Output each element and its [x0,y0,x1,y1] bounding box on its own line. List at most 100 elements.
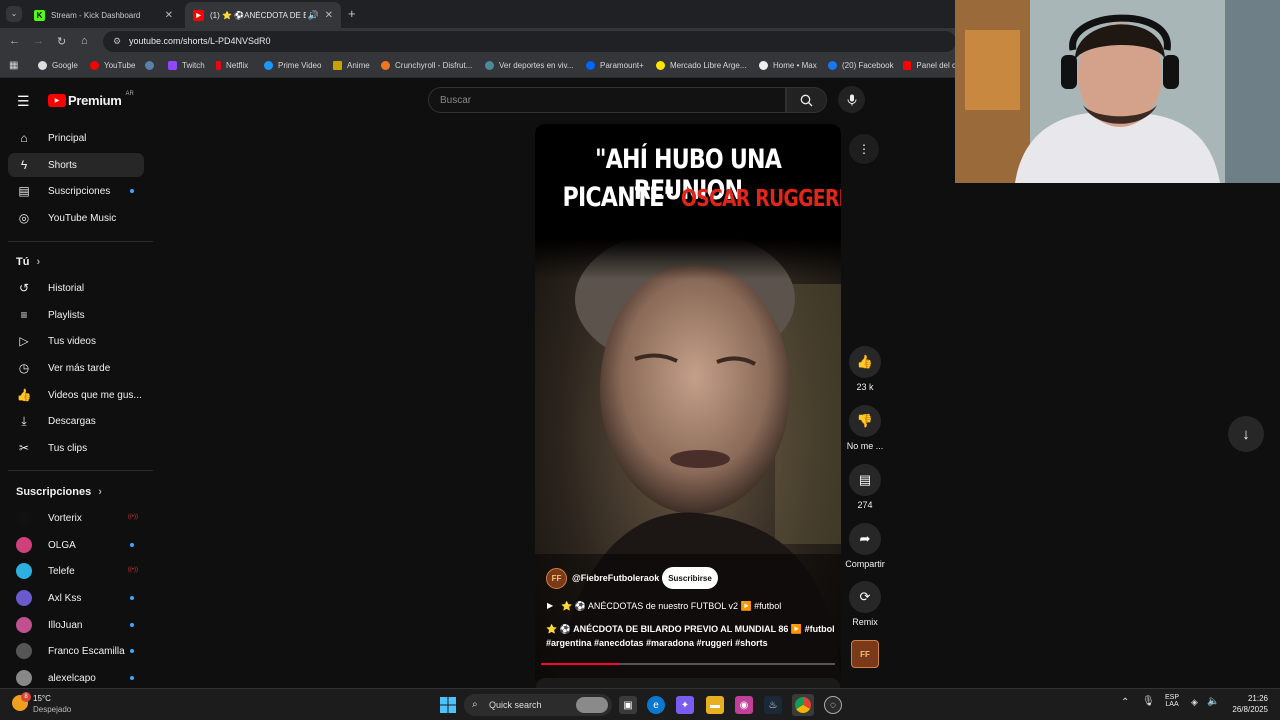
steam-icon[interactable]: ♨ [764,696,782,714]
subscription-item[interactable]: Vorterix ((•)) [8,506,144,530]
bookmark-google[interactable]: Google [38,61,78,70]
subscribe-button[interactable]: Suscribirse [662,567,718,589]
bookmark-steam[interactable] [145,61,159,70]
subscriptions-section-heading[interactable]: Suscripciones › [16,486,102,498]
bookmark-label: Ver deportes en viv... [499,61,574,70]
sidebar-item[interactable]: ≡ Playlists [8,303,144,327]
show-hidden-icons[interactable]: ⌃ [1121,697,1129,708]
sound-avatar[interactable]: FF [851,640,879,668]
sidebar-item[interactable]: ✂ Tus clips [8,436,144,460]
site-info-icon[interactable]: ⚙ [113,31,121,52]
like-button[interactable]: 👍 [849,346,881,378]
subscription-label: Axl Kss [48,592,82,604]
you-section-heading[interactable]: Tú › [16,256,40,268]
task-view-icon[interactable]: ▣ [619,696,637,714]
menu-icon[interactable]: ☰ [17,93,30,110]
sidebar-item-label: Tus videos [48,335,96,347]
sidebar-item[interactable]: ϟ Shorts [8,153,144,177]
dislike-button[interactable]: 👎 [849,405,881,437]
channel-name[interactable]: @FiebreFutboleraok [572,573,659,583]
tab-youtube-short[interactable]: ▶ (1) ⭐ ⚽ANÉCDOTA DE BIL 🔊 ✕ [185,2,341,28]
youtube-logo[interactable]: ▶ Premium AR [48,91,134,108]
short-description-line2[interactable]: #argentina #anecdotas #maradona #ruggeri… [546,638,836,648]
sidebar-item[interactable]: ↺ Historial [8,276,144,300]
sidebar-item[interactable]: ◷ Ver más tarde [8,356,144,380]
tab-kick-dashboard[interactable]: K Stream - Kick Dashboard ✕ [26,2,181,28]
clock[interactable]: 21:26 26/8/2025 [1228,694,1268,714]
channel-avatar [16,510,32,526]
language-indicator[interactable]: ESP LAA [1165,694,1179,708]
sidebar-item[interactable]: ◎ YouTube Music [8,206,144,230]
short-description-line1[interactable]: ⭐ ⚽ ANÉCDOTA DE BILARDO PREVIO AL MUNDIA… [546,624,836,635]
bookmark-panel[interactable]: Panel del c [903,61,956,70]
reload-icon[interactable]: ↻ [57,35,66,48]
start-button[interactable] [439,696,457,714]
sidebar-item[interactable]: ⤓ Descargas [8,409,144,433]
bookmark-paramount[interactable]: Paramount+ [586,61,644,70]
copilot-icon[interactable]: ✦ [676,696,694,714]
share-icon: ➦ [859,531,871,546]
search-button[interactable] [786,87,827,113]
bookmark-mercado-libre[interactable]: Mercado Libre Arge... [656,61,746,70]
new-tab-button[interactable]: + [348,6,356,21]
forward-icon[interactable]: → [33,35,44,47]
bookmark-youtube[interactable]: YouTube [90,61,135,70]
tab-search-icon[interactable]: ⌄ [6,6,22,22]
subscription-item[interactable]: Franco Escamilla [8,639,144,663]
weather-temp[interactable]: 15°C [33,694,51,703]
subscription-item[interactable]: alexelcapo [8,666,144,690]
sidebar-item-label: YouTube Music [48,212,117,224]
progress-track[interactable] [541,663,835,665]
paramount-icon [586,61,595,70]
more-options-icon[interactable]: ⋮ [849,134,879,164]
sidebar-item[interactable]: ⌂ Principal [8,126,144,150]
file-explorer-icon[interactable]: ▬ [706,696,724,714]
bookmark-crunchyroll[interactable]: Crunchyroll - Disfrut... [381,61,472,70]
bookmark-twitch[interactable]: Twitch [168,61,205,70]
subscription-item[interactable]: IlloJuan [8,613,144,637]
back-icon[interactable]: ← [9,35,20,47]
playlist-link[interactable]: ⭐ ⚽ ANÉCDOTAS de nuestro FUTBOL v2 ▶️ #f… [561,601,781,612]
close-tab-icon[interactable]: ✕ [325,10,333,21]
remix-button[interactable]: ⟳ [849,581,881,613]
apps-grid-icon[interactable]: ▦ [9,60,18,71]
photos-icon[interactable]: ◉ [735,696,753,714]
subscription-item[interactable]: OLGA [8,533,144,557]
home-icon[interactable]: ⌂ [81,35,88,47]
bookmark-netflix[interactable]: Netflix [216,61,248,70]
address-bar: ← → ↻ ⌂ ⚙ youtube.com/shorts/L-PD4NVSdR0 [0,28,956,55]
channel-avatar [16,617,32,633]
bookmark-anime[interactable]: Anime [333,61,370,70]
subscription-item[interactable]: Axl Kss [8,586,144,610]
chrome-icon[interactable] [792,694,814,716]
edge-icon[interactable]: e [647,696,665,714]
bookmarks-bar: ▦ Google YouTube Twitch Netflix Prime Vi… [0,55,956,78]
bookmark-deportes[interactable]: Ver deportes en viv... [485,61,574,70]
subscription-item[interactable]: Telefe ((•)) [8,559,144,583]
sidebar-item[interactable]: ▷ Tus videos [8,329,144,353]
bookmark-prime-video[interactable]: Prime Video [264,61,321,70]
bookmark-facebook[interactable]: (20) Facebook [828,61,894,70]
speaker-icon[interactable]: 🔊 [308,10,319,21]
next-short-button[interactable]: ↓ [1228,416,1264,452]
close-tab-icon[interactable]: ✕ [165,10,173,21]
search-input[interactable]: Buscar [428,87,786,113]
short-video-player[interactable]: "AHÍ HUBO UNA REUNION PICANTE" OSCAR RUG… [535,124,841,687]
obs-icon[interactable]: ◌ [824,696,842,714]
volume-icon[interactable]: 🔈 [1207,696,1219,707]
network-icon[interactable]: ◈ [1191,697,1198,708]
like-icon: 👍 [856,354,874,369]
weather-desc[interactable]: Despejado [33,705,71,714]
channel-avatar[interactable]: FF [546,568,567,589]
url-field[interactable]: ⚙ youtube.com/shorts/L-PD4NVSdR0 [103,31,956,52]
microphone-icon[interactable]: 🎙 [1142,696,1155,707]
bookmark-max[interactable]: Home • Max [759,61,817,70]
action-label: 23 k [856,382,874,392]
playlist-play-icon: ▶ [547,601,554,610]
comment-button[interactable]: ▤ [849,464,881,496]
sidebar-item[interactable]: 👍 Videos que me gus... [8,383,144,407]
voice-search-button[interactable] [838,86,865,113]
sidebar-item[interactable]: ▤ Suscripciones [8,179,144,203]
taskbar-search[interactable]: ⌕ Quick search [464,694,612,716]
share-button[interactable]: ➦ [849,523,881,555]
